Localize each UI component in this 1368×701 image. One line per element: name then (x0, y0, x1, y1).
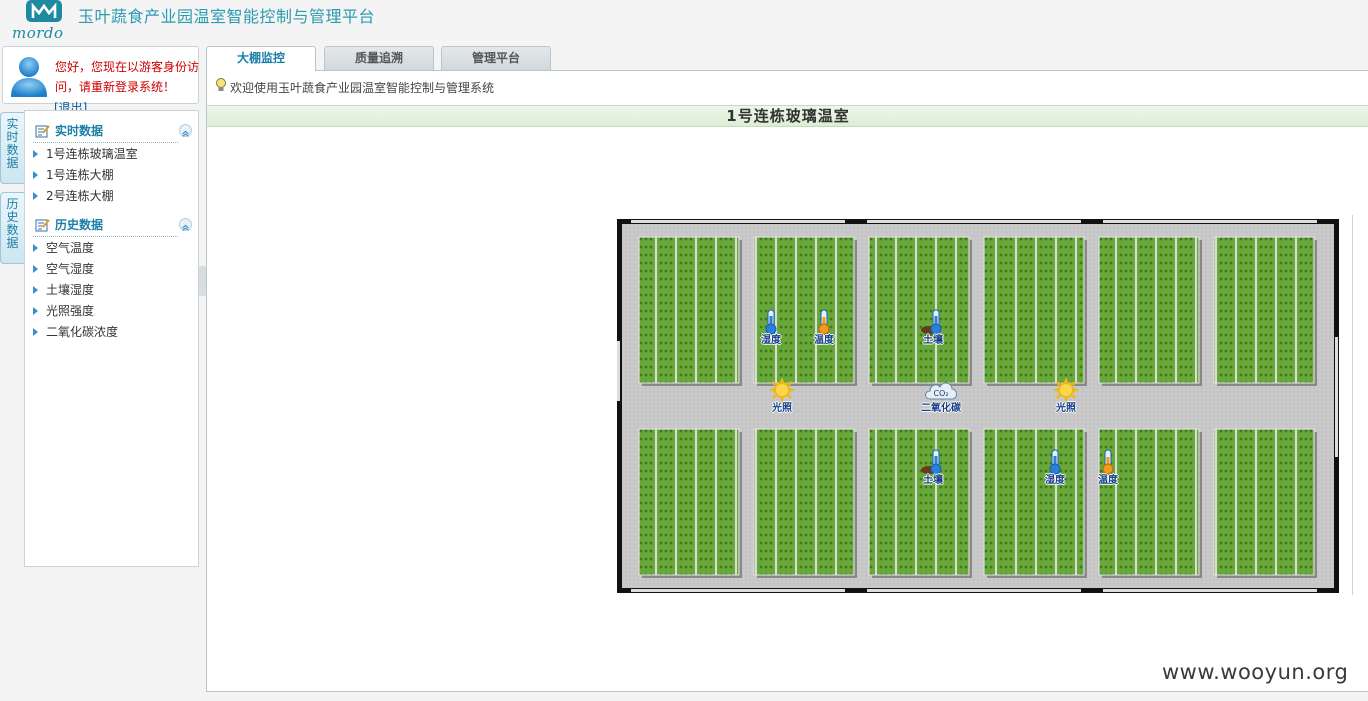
sensor-humidity[interactable]: 湿度 (1035, 449, 1075, 486)
menu-group-history[interactable]: 历史数据 (33, 215, 192, 237)
main-panel: 欢迎使用玉叶蔬食产业园温室智能控制与管理系统 1号连栋玻璃温室 湿度 温度 土壤… (206, 70, 1368, 692)
planting-bed-7 (638, 428, 740, 576)
sensor-label: 二氧化碳 (921, 403, 961, 414)
tab-quality-trace[interactable]: 质量追溯 (324, 46, 434, 70)
planting-bed-12 (1213, 428, 1315, 576)
sidebar-item-tunnel-1[interactable]: 1号连栋大棚 (31, 167, 114, 183)
planting-bed-8 (753, 428, 855, 576)
sensor-soil[interactable]: 土壤 (913, 449, 953, 486)
sensor-temperature[interactable]: 温度 (804, 309, 844, 346)
sensor-soil[interactable]: 土壤 (913, 309, 953, 346)
sidebar-item-greenhouse-1[interactable]: 1号连栋玻璃温室 (31, 146, 138, 162)
sensor-co2[interactable]: CO₂ 二氧化碳 (921, 377, 961, 414)
user-avatar-icon (11, 57, 47, 97)
co2-cloud-icon: CO₂ (921, 377, 961, 403)
sensor-label: 光照 (1056, 403, 1076, 414)
collapse-icon[interactable] (179, 218, 192, 231)
sensor-light[interactable]: 光照 (1046, 377, 1086, 414)
tab-management[interactable]: 管理平台 (441, 46, 551, 70)
sensor-label: 土壤 (923, 475, 943, 486)
greenhouse-map: 湿度 温度 土壤 光照 CO₂ 二氧化碳 光照 土壤 湿度 温度 (617, 219, 1339, 593)
collapse-icon[interactable] (179, 124, 192, 137)
logo-text: mordo (12, 24, 64, 42)
planting-bed-1 (638, 236, 740, 384)
welcome-text: 欢迎使用玉叶蔬食产业园温室智能控制与管理系统 (230, 81, 495, 95)
user-panel: 您好，您现在以游客身份访问，请重新登录系统！ (2, 46, 199, 104)
thermometer-orange-icon (804, 309, 844, 335)
sun-icon (1046, 377, 1086, 403)
menu-group-realtime[interactable]: 实时数据 (33, 121, 192, 143)
section-title: 1号连栋玻璃温室 (207, 105, 1368, 127)
vtab-history[interactable]: 历史数据 (0, 192, 24, 264)
sensor-light[interactable]: 光照 (762, 377, 802, 414)
sidebar-item-co2[interactable]: 二氧化碳浓度 (31, 324, 118, 340)
planting-bed-5 (1098, 236, 1200, 384)
planting-bed-6 (1213, 236, 1315, 384)
logo: mordo (8, 0, 76, 42)
sun-icon (762, 377, 802, 403)
lightbulb-icon (216, 78, 226, 91)
sensor-label: 湿度 (1045, 475, 1065, 486)
welcome-message: 欢迎使用玉叶蔬食产业园温室智能控制与管理系统 (215, 78, 495, 96)
sidebar-item-soil-humidity[interactable]: 土壤湿度 (31, 282, 94, 298)
thermometer-orange-icon (1088, 449, 1128, 475)
sensor-label: 湿度 (761, 335, 781, 346)
tab-greenhouse-monitor[interactable]: 大棚监控 (206, 46, 316, 71)
sensor-humidity[interactable]: 湿度 (751, 309, 791, 346)
sensor-label: 光照 (772, 403, 792, 414)
sensor-temperature[interactable]: 温度 (1088, 449, 1128, 486)
sidebar-item-tunnel-2[interactable]: 2号连栋大棚 (31, 188, 114, 204)
logo-mark-icon (26, 0, 62, 22)
sidebar-item-air-humidity[interactable]: 空气湿度 (31, 261, 94, 277)
sidebar-item-air-temp[interactable]: 空气温度 (31, 240, 94, 256)
sensor-label: 温度 (1098, 475, 1118, 486)
edit-doc-icon (35, 219, 50, 232)
sidebar-menu: 实时数据 1号连栋玻璃温室 1号连栋大棚 2号连栋大棚 历史数据 空气温度 空气… (24, 110, 199, 567)
svg-text:CO₂: CO₂ (933, 389, 948, 398)
app-title: 玉叶蔬食产业园温室智能控制与管理平台 (78, 7, 376, 26)
sidebar-collapse-handle[interactable] (199, 266, 206, 296)
planting-bed-4 (983, 236, 1085, 384)
soil-sensor-icon (913, 449, 953, 475)
thermometer-blue-icon (751, 309, 791, 335)
thermometer-blue-icon (1035, 449, 1075, 475)
sensor-label: 温度 (814, 335, 834, 346)
header: mordo 玉叶蔬食产业园温室智能控制与管理平台 (0, 0, 1368, 44)
sensor-label: 土壤 (923, 335, 943, 346)
soil-sensor-icon (913, 309, 953, 335)
vtab-realtime[interactable]: 实时数据 (0, 112, 24, 184)
edit-doc-icon (35, 125, 50, 138)
menu-group-realtime-label: 实时数据 (55, 124, 104, 138)
guest-message: 您好，您现在以游客身份访问，请重新登录系统！ (55, 60, 200, 94)
watermark: www.wooyun.org (1162, 660, 1349, 684)
greenhouse-floorplan (617, 219, 1339, 593)
sidebar-item-light[interactable]: 光照强度 (31, 303, 94, 319)
divider (1352, 215, 1353, 595)
menu-group-history-label: 历史数据 (55, 218, 104, 232)
